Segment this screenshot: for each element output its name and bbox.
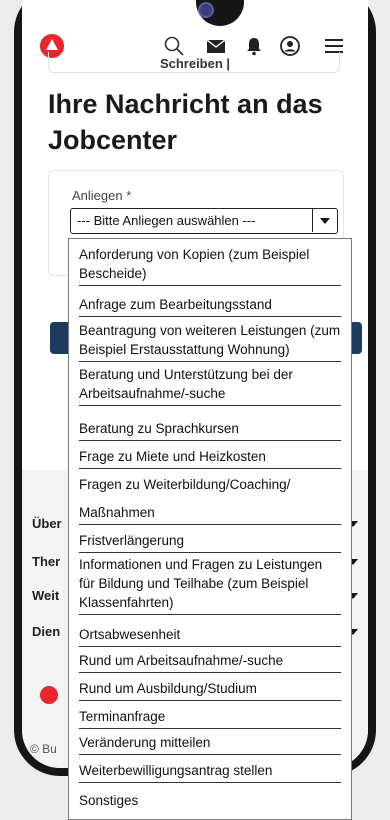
breadcrumb[interactable]: Schreiben | [22, 56, 368, 71]
anliegen-label: Anliegen * [72, 188, 132, 203]
dropdown-option[interactable]: Rund um Arbeitsaufnahme/-suche [79, 651, 341, 673]
footer-row-label: Dien [32, 624, 61, 639]
dropdown-option[interactable]: Beratung und Unterstützung bei der Arbei… [79, 365, 341, 406]
dropdown-option[interactable]: Ortsabwesenheit [79, 625, 341, 647]
dropdown-option[interactable]: Sonstiges [79, 791, 341, 812]
dropdown-option[interactable]: Fragen zu Weiterbildung/Coaching/ [79, 475, 341, 496]
dropdown-option[interactable]: Frage zu Miete und Heizkosten [79, 447, 341, 469]
footer-logo-icon [40, 686, 58, 704]
dropdown-option[interactable]: Beratung zu Sprachkursen [79, 419, 341, 441]
footer-row-label: Ther [32, 554, 61, 569]
dropdown-option[interactable]: Veränderung mitteilen [79, 733, 341, 755]
dropdown-option[interactable]: Beantragung von weiteren Leistungen (zum… [79, 321, 341, 362]
select-value: --- Bitte Anliegen auswählen --- [77, 213, 256, 228]
footer-row-label: Weit [32, 588, 60, 603]
anliegen-dropdown-list: Anforderung von Kopien (zum Beispiel Bes… [68, 238, 352, 820]
dropdown-option[interactable]: Fristverlängerung [79, 531, 341, 553]
dropdown-option[interactable]: Anfrage zum Bearbeitungsstand [79, 295, 341, 317]
page-title: Ihre Nachricht an das Jobcenter [48, 89, 323, 155]
dropdown-option[interactable]: Anforderung von Kopien (zum Beispiel Bes… [79, 245, 341, 286]
dropdown-option[interactable]: Rund um Ausbildung/Studium [79, 679, 341, 701]
dropdown-option[interactable]: Terminanfrage [79, 707, 341, 729]
footer-row-label: Über [32, 516, 62, 531]
dropdown-option[interactable]: Maßnahmen [79, 503, 341, 525]
camera-icon [198, 2, 214, 18]
dropdown-option[interactable]: Informationen und Fragen zu Leistungen f… [79, 555, 341, 615]
site-header [22, 0, 368, 60]
footer-copyright: © Bu [30, 742, 57, 756]
chevron-down-icon[interactable] [312, 209, 337, 232]
dropdown-option[interactable]: Weiterbewilligungsantrag stellen [79, 761, 341, 783]
anliegen-select[interactable]: --- Bitte Anliegen auswählen --- [70, 208, 338, 234]
